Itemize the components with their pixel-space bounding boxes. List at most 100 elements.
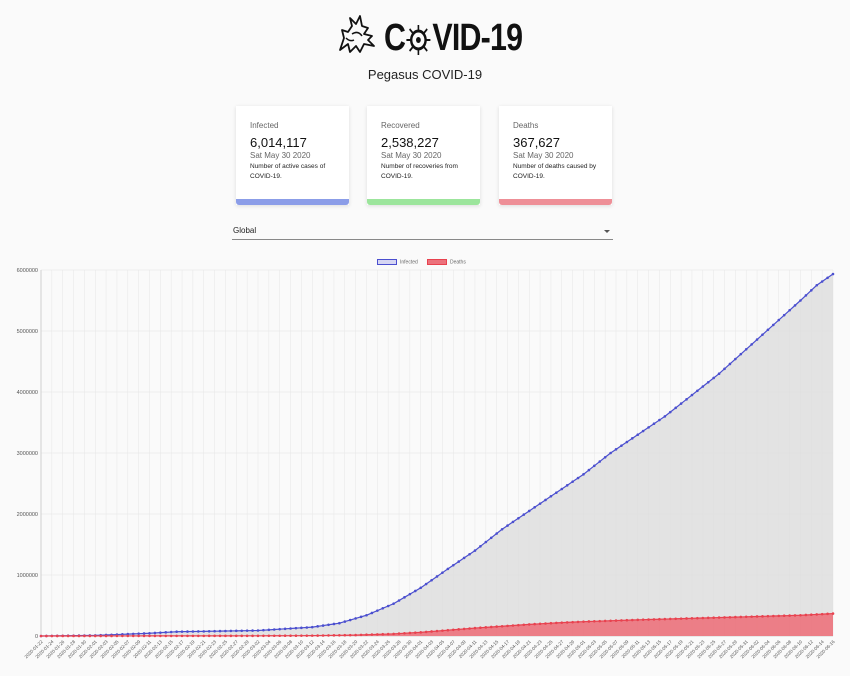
y-tick-label: 6000000 xyxy=(17,268,38,274)
deaths-point xyxy=(772,614,775,618)
deaths-point xyxy=(110,634,113,638)
infected-point xyxy=(305,626,309,629)
infected-point xyxy=(793,304,797,307)
deaths-point xyxy=(104,634,108,638)
deaths-point xyxy=(755,615,759,618)
infected-point xyxy=(164,631,168,634)
deaths-point xyxy=(788,614,791,617)
deaths-point xyxy=(609,619,612,623)
infected-point xyxy=(647,426,650,429)
deaths-point xyxy=(560,621,564,624)
deaths-point xyxy=(197,634,200,638)
deaths-point xyxy=(300,634,303,637)
deaths-point xyxy=(245,634,249,638)
deaths-point xyxy=(571,620,574,624)
deaths-point xyxy=(381,632,385,636)
infected-point xyxy=(571,480,574,483)
infected-point xyxy=(234,629,238,633)
deaths-point xyxy=(810,613,813,616)
infected-point xyxy=(479,545,482,548)
infected-point xyxy=(245,629,249,632)
deaths-point xyxy=(294,634,298,637)
deaths-point xyxy=(180,634,184,638)
deaths-point xyxy=(229,634,233,638)
deaths-point xyxy=(55,634,59,638)
infected-point xyxy=(744,348,748,351)
deaths-point xyxy=(647,618,650,621)
infected-point xyxy=(500,527,504,531)
infected-point xyxy=(414,589,417,593)
infected-point xyxy=(641,429,645,433)
deaths-point xyxy=(175,634,178,638)
infected-point xyxy=(435,575,439,578)
infected-point xyxy=(679,402,683,405)
y-tick-label: 0 xyxy=(35,634,38,640)
deaths-point xyxy=(511,624,515,627)
infected-point xyxy=(815,283,819,287)
deaths-point xyxy=(495,625,498,628)
infected-point xyxy=(820,280,824,283)
infected-point xyxy=(489,536,493,540)
infected-point xyxy=(755,338,759,341)
deaths-point xyxy=(234,634,238,638)
infected-point xyxy=(728,362,732,366)
infected-point xyxy=(826,276,829,280)
logo-wordmark: C VID-19 xyxy=(384,17,523,59)
infected-point xyxy=(159,631,162,634)
infected-point xyxy=(761,333,764,336)
infected-point xyxy=(446,567,450,571)
infected-point xyxy=(549,495,553,498)
infected-point xyxy=(272,628,276,631)
infected-point xyxy=(690,393,694,397)
deaths-point xyxy=(207,634,211,638)
card-date: Sat May 30 2020 xyxy=(250,151,311,160)
logo-letter-c: C xyxy=(384,17,406,59)
deaths-point xyxy=(820,612,824,616)
infected-point xyxy=(630,437,634,440)
infected-card: Infected 6,014,117 Sat May 30 2020 Numbe… xyxy=(236,106,349,205)
infected-point xyxy=(668,410,672,414)
infected-point xyxy=(169,630,173,634)
deaths-point xyxy=(739,615,743,619)
region-select-value: Global xyxy=(233,226,257,235)
deaths-point xyxy=(126,634,130,638)
deaths-point xyxy=(186,634,189,638)
deaths-point xyxy=(815,613,819,616)
card-accent-bar xyxy=(236,199,349,205)
cases-line-chart: 0 1000000 2000000 3000000 4000000 5000000 6000… xyxy=(17,268,836,659)
card-accent-bar xyxy=(367,199,480,205)
infected-point xyxy=(300,626,303,630)
infected-point xyxy=(359,615,363,619)
deaths-point xyxy=(793,614,797,617)
deaths-point xyxy=(213,634,216,638)
deaths-point xyxy=(723,616,726,619)
deaths-point xyxy=(224,634,227,638)
infected-point xyxy=(419,586,423,590)
deaths-point xyxy=(761,615,764,618)
card-description: Number of recoveries from COVID-19. xyxy=(381,163,458,180)
deaths-point xyxy=(744,615,748,619)
deaths-point xyxy=(576,620,580,624)
deaths-point xyxy=(45,634,48,638)
deaths-point xyxy=(549,621,553,625)
infected-point xyxy=(451,563,455,567)
deaths-point xyxy=(218,634,222,638)
deaths-point xyxy=(804,613,808,617)
deaths-point xyxy=(397,632,401,635)
infected-point xyxy=(473,549,477,552)
infected-point xyxy=(408,592,412,596)
region-select[interactable]: Global xyxy=(232,224,613,240)
infected-point xyxy=(506,524,509,527)
virus-icon xyxy=(406,24,431,55)
deaths-point xyxy=(690,617,694,620)
infected-point xyxy=(332,622,336,626)
infected-point xyxy=(202,630,206,633)
infected-point xyxy=(191,630,195,633)
infected-point xyxy=(544,498,547,502)
dropdown-arrow-icon[interactable] xyxy=(604,230,610,233)
deaths-point xyxy=(66,634,70,638)
infected-point xyxy=(142,632,146,635)
infected-point xyxy=(652,422,656,426)
infected-point xyxy=(207,629,211,633)
infected-point xyxy=(782,313,786,317)
